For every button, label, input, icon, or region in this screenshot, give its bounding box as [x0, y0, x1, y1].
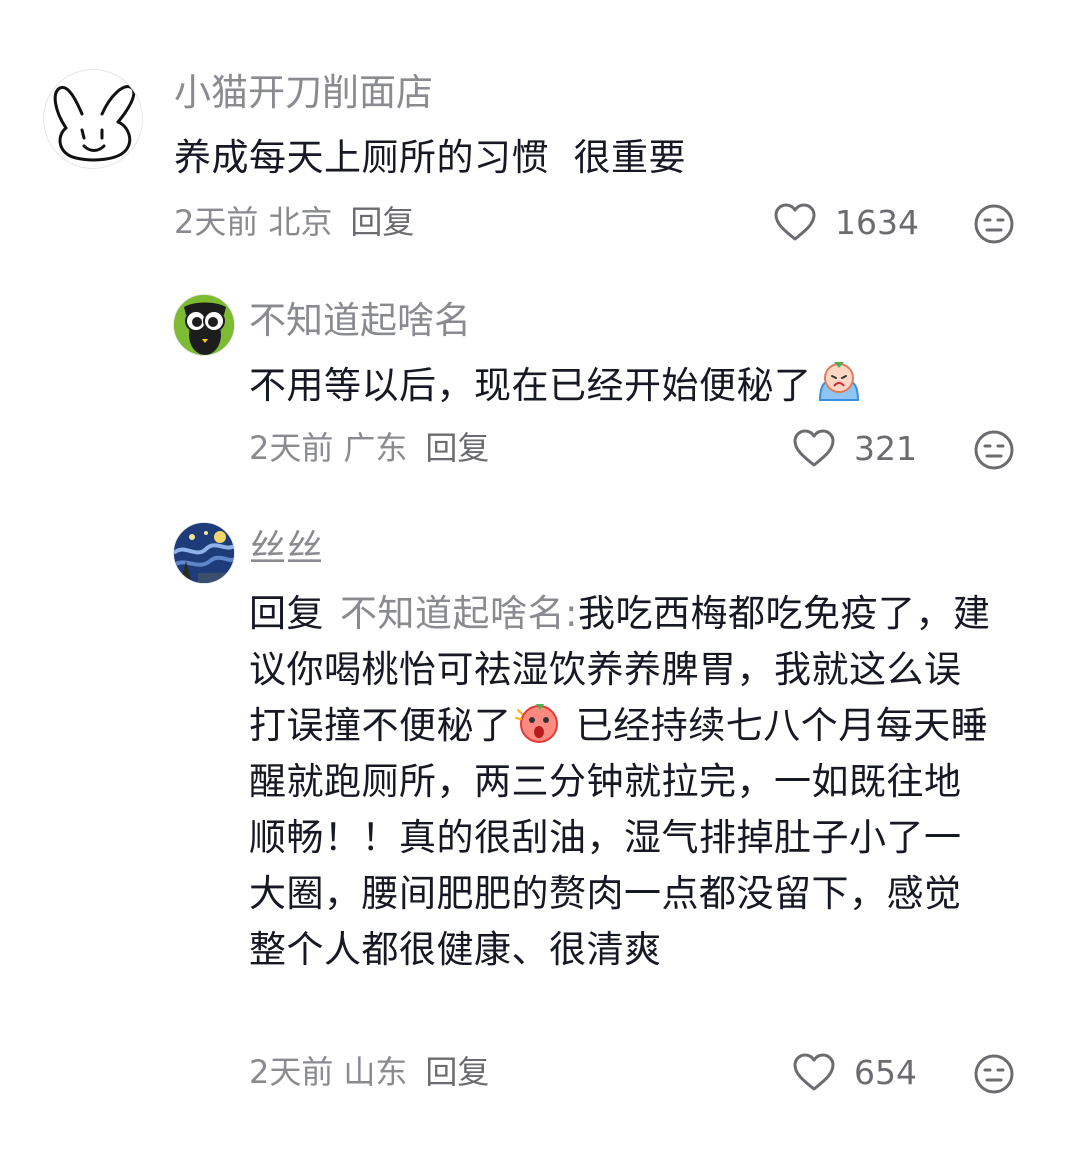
reply-button[interactable]: 回复 — [350, 203, 414, 241]
comment-location: 北京 — [268, 203, 333, 241]
comment-username[interactable]: 小猫开刀削面店 — [174, 74, 433, 111]
comment-text: 不用等以后，现在已经开始便秘了 — [249, 358, 1009, 414]
heart-outline-icon — [793, 429, 835, 467]
like-button[interactable]: 321 — [792, 428, 917, 468]
reply-button[interactable]: 回复 — [425, 1053, 489, 1091]
avatar[interactable] — [173, 522, 235, 584]
comment-meta: 2天前 山东 回复 — [249, 1056, 499, 1088]
like-button[interactable]: 1634 — [773, 202, 919, 242]
comment-text: 回复 不知道起啥名:我吃西梅都吃免疫了，建议你喝桃怡可祛湿饮养养脾胃，我就这么误打… — [249, 586, 994, 978]
dislike-button[interactable] — [973, 429, 1015, 475]
reply-button[interactable]: 回复 — [425, 429, 489, 467]
reply-target-username[interactable]: 不知道起啥名: — [340, 592, 578, 635]
heart-outline-icon — [793, 1053, 835, 1091]
heart-outline-icon — [774, 203, 816, 241]
comment-username[interactable]: 丝丝 — [249, 530, 323, 567]
avatar[interactable] — [173, 294, 235, 356]
comment-time: 2天前 — [249, 429, 334, 467]
avatar[interactable] — [43, 69, 143, 169]
comment-text: 养成每天上厕所的习惯 很重要 — [174, 136, 687, 179]
bunny-doodle-icon — [53, 85, 136, 162]
comment-meta: 2天前 广东 回复 — [249, 432, 499, 464]
owl-cartoon-icon — [174, 295, 234, 355]
dislike-button[interactable] — [973, 203, 1015, 249]
reply-prefix: 回复 — [249, 592, 324, 635]
starry-night-icon — [174, 523, 234, 583]
comment-location: 山东 — [343, 1053, 408, 1091]
comment-time: 2天前 — [249, 1053, 334, 1091]
comment-text-content: 不用等以后，现在已经开始便秘了 — [249, 364, 812, 407]
like-count: 654 — [854, 1052, 917, 1092]
like-button[interactable]: 654 — [792, 1052, 917, 1092]
meh-face-icon — [974, 430, 1014, 470]
comment-meta: 2天前 北京 回复 — [174, 206, 424, 238]
shocked-emoji-icon — [514, 704, 558, 743]
like-count: 321 — [854, 428, 917, 468]
like-count: 1634 — [835, 202, 919, 242]
meh-face-icon — [974, 204, 1014, 244]
comment-time: 2天前 — [174, 203, 259, 241]
dislike-button[interactable] — [973, 1053, 1015, 1099]
comment-username[interactable]: 不知道起啥名 — [249, 302, 471, 339]
comment-location: 广东 — [343, 429, 408, 467]
crying-emoji-icon — [818, 362, 859, 401]
meh-face-icon — [974, 1054, 1014, 1094]
